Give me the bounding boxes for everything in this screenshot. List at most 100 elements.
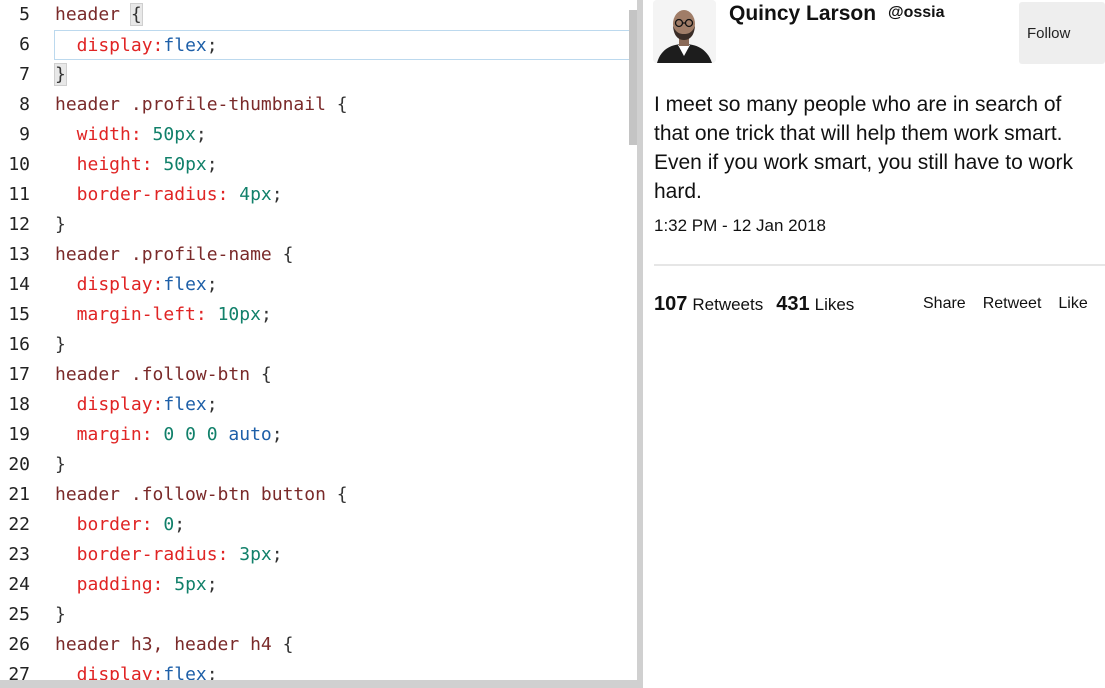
code-line[interactable]: header .profile-name { — [55, 240, 625, 270]
code-token: height — [55, 154, 142, 175]
code-line[interactable]: } — [54, 60, 625, 90]
code-line[interactable]: } — [55, 330, 625, 360]
code-line[interactable]: display:flex; — [55, 390, 625, 420]
code-token: : — [141, 424, 164, 445]
code-token: : — [152, 35, 164, 56]
code-token: ; — [260, 304, 272, 325]
code-token: ; — [206, 154, 218, 175]
code-line[interactable]: } — [55, 600, 625, 630]
code-token: header h3, header h4 — [55, 634, 283, 655]
code-token: 50px — [163, 154, 207, 175]
code-line[interactable]: } — [55, 210, 625, 240]
code-line[interactable]: margin-left: 10px; — [55, 300, 625, 330]
code-token: flex — [163, 35, 207, 56]
code-token: border-radius — [55, 544, 218, 565]
code-token: header .profile-name — [55, 244, 283, 265]
code-line[interactable]: width: 50px; — [55, 120, 625, 150]
code-token: header — [55, 4, 131, 25]
code-token: 3px — [239, 544, 272, 565]
code-line[interactable]: header .follow-btn button { — [55, 480, 625, 510]
code-token: ; — [195, 124, 207, 145]
code-token: ; — [174, 514, 186, 535]
line-number: 26 — [8, 634, 30, 655]
line-number: 18 — [8, 394, 30, 415]
line-number: 23 — [8, 544, 30, 565]
profile-name: Quincy Larson — [729, 2, 877, 25]
editor-horizontal-scrollbar-track[interactable] — [0, 680, 643, 688]
retweets-label: Retweets — [692, 295, 764, 314]
code-token: display — [55, 394, 153, 415]
code-token: ; — [206, 394, 218, 415]
line-number: 24 — [8, 574, 30, 595]
line-number: 7 — [19, 64, 30, 85]
code-line[interactable]: height: 50px; — [55, 150, 625, 180]
code-token: : — [217, 544, 240, 565]
line-number: 10 — [8, 154, 30, 175]
code-line[interactable]: header h3, header h4 { — [55, 630, 625, 660]
retweet-action[interactable]: Retweet — [983, 295, 1042, 313]
code-token: { — [282, 634, 294, 655]
line-number: 5 — [19, 4, 30, 25]
code-token: : — [152, 274, 164, 295]
code-line[interactable]: border-radius: 3px; — [55, 540, 625, 570]
code-token: ; — [271, 544, 283, 565]
code-token: display — [55, 274, 153, 295]
code-line[interactable]: border: 0; — [55, 510, 625, 540]
code-token: border-radius — [55, 184, 218, 205]
code-line[interactable]: margin: 0 0 0 auto; — [55, 420, 625, 450]
line-number: 19 — [8, 424, 30, 445]
code-token: : — [217, 184, 240, 205]
code-line-active[interactable]: display:flex; — [54, 30, 635, 60]
likes-count: 431 — [776, 293, 810, 315]
code-token: : — [195, 304, 218, 325]
code-token: flex — [163, 394, 207, 415]
code-token: : — [130, 124, 153, 145]
share-action[interactable]: Share — [923, 295, 966, 313]
vertical-scrollbar[interactable] — [629, 10, 637, 145]
preview-pane: Quincy Larson @ossia Follow I meet so ma… — [643, 0, 1105, 688]
avatar-photo-icon — [653, 0, 716, 63]
line-number: 22 — [8, 514, 30, 535]
code-line[interactable]: } — [55, 450, 625, 480]
line-number: 9 — [19, 124, 30, 145]
line-number: 8 — [19, 94, 30, 115]
code-token: padding — [55, 574, 153, 595]
code-line[interactable]: display:flex; — [55, 270, 625, 300]
code-token: ; — [271, 184, 283, 205]
code-line[interactable]: padding: 5px; — [55, 570, 625, 600]
code-token: { — [336, 94, 348, 115]
code-line[interactable]: header .profile-thumbnail { — [55, 90, 625, 120]
line-number: 6 — [19, 34, 30, 55]
line-number: 25 — [8, 604, 30, 625]
code-token: margin — [55, 424, 142, 445]
code-token: 10px — [217, 304, 261, 325]
tweet-stats: 107 Retweets 431 Likes — [654, 293, 867, 316]
code-line[interactable]: header { — [55, 0, 625, 30]
profile-handle: @ossia — [888, 4, 945, 21]
like-action[interactable]: Like — [1058, 295, 1087, 313]
code-editor[interactable]: 5 6 7 8 9 10 11 12 13 14 15 16 17 18 19 20 21 22 23 24 25 26 2… — [0, 0, 637, 688]
line-number: 21 — [8, 484, 30, 505]
line-number: 17 — [8, 364, 30, 385]
code-token: : — [152, 394, 164, 415]
code-token: width — [55, 124, 131, 145]
line-number: 15 — [8, 304, 30, 325]
code-token: 0 0 0 — [163, 424, 229, 445]
code-token: 5px — [174, 574, 207, 595]
line-number: 12 — [8, 214, 30, 235]
profile-thumbnail[interactable] — [653, 0, 716, 63]
code-token: header .follow-btn — [55, 364, 261, 385]
code-token: } — [55, 604, 66, 625]
line-number: 13 — [8, 244, 30, 265]
code-token: : — [141, 514, 164, 535]
code-token: 4px — [239, 184, 272, 205]
code-line[interactable]: header .follow-btn { — [55, 360, 625, 390]
code-token: 0 — [163, 514, 175, 535]
tweet-date: 1:32 PM - 12 Jan 2018 — [654, 216, 827, 235]
line-number: 20 — [8, 454, 30, 475]
line-number-gutter: 5 6 7 8 9 10 11 12 13 14 15 16 17 18 19 20 21 22 23 24 25 26 2… — [0, 0, 40, 688]
line-number: 14 — [8, 274, 30, 295]
code-line[interactable]: border-radius: 4px; — [55, 180, 625, 210]
line-number: 16 — [8, 334, 30, 355]
follow-button[interactable]: Follow — [1019, 2, 1105, 64]
